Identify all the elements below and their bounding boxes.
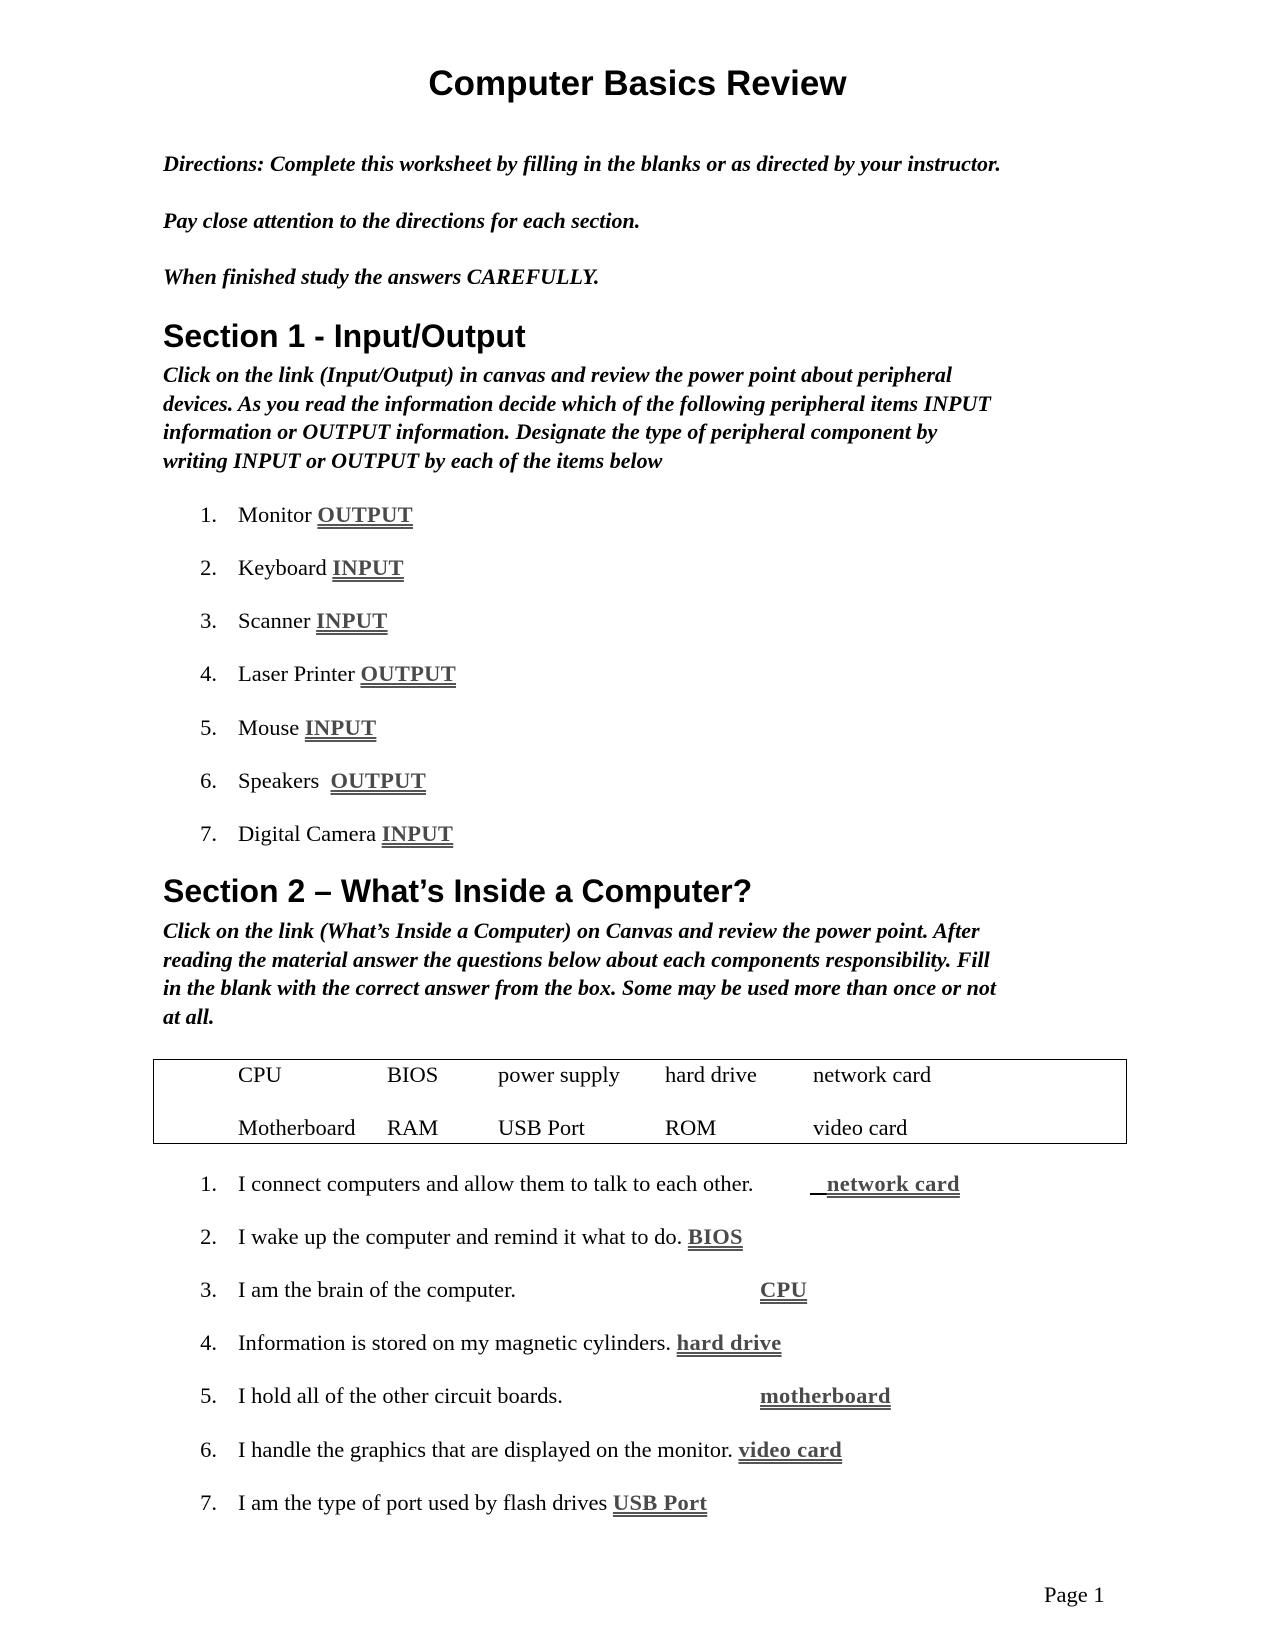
section1-heading: Section 1 - Input/Output	[163, 318, 526, 354]
question-number: 1.	[200, 1171, 217, 1196]
directions-line: Pay close attention to the directions fo…	[163, 208, 641, 233]
question-text: I handle the graphics that are displayed…	[238, 1437, 733, 1462]
instruction-line: reading the material answer the question…	[163, 946, 990, 972]
answer-blank[interactable]: INPUT	[305, 715, 377, 740]
question-text: Information is stored on my magnetic cyl…	[238, 1330, 672, 1355]
question-text: I hold all of the other circuit boards.	[238, 1383, 563, 1408]
answer-blank[interactable]: OUTPUT	[317, 502, 413, 527]
question-number: 7.	[200, 1490, 217, 1515]
answer-blank[interactable]: BIOS	[688, 1224, 743, 1249]
item-label: Speakers	[238, 768, 320, 793]
answer-blank[interactable]: INPUT	[316, 608, 388, 633]
section2-heading: Section 2 – What’s Inside a Computer?	[163, 873, 753, 909]
item-number: 6.	[200, 768, 217, 793]
item-number: 1.	[200, 502, 217, 527]
question-text: I connect computers and allow them to ta…	[238, 1171, 754, 1196]
item-label: Keyboard	[238, 555, 327, 580]
question-text: I am the type of port used by flash driv…	[238, 1490, 608, 1515]
answer-blank[interactable]: video card	[738, 1437, 842, 1462]
item-number: 4.	[200, 661, 217, 686]
item-number: 7.	[200, 821, 217, 846]
word-bank-term: RAM	[387, 1115, 439, 1140]
item-number: 5.	[200, 715, 217, 740]
question-number: 5.	[200, 1383, 217, 1408]
word-bank-term: video card	[813, 1115, 908, 1140]
word-bank-term: Motherboard	[238, 1115, 356, 1140]
page-number: Page 1	[1044, 1582, 1105, 1607]
item-label: Scanner	[238, 608, 311, 633]
answer-blank[interactable]: INPUT	[382, 821, 454, 846]
word-bank-term: network card	[813, 1062, 932, 1087]
word-bank-term: power supply	[498, 1062, 620, 1087]
instruction-line: at all.	[163, 1003, 215, 1029]
answer-blank[interactable]: network card	[827, 1171, 960, 1196]
answer-blank[interactable]: OUTPUT	[360, 661, 456, 686]
section2-instructions: Click on the link (What’s Inside a Compu…	[163, 917, 1123, 1031]
word-bank-term: USB Port	[498, 1115, 585, 1140]
question-text: I am the brain of the computer.	[238, 1277, 517, 1302]
question-number: 2.	[200, 1224, 217, 1249]
page-title: Computer Basics Review	[428, 64, 847, 103]
question-number: 3.	[200, 1277, 217, 1302]
instruction-line: Click on the link (What’s Inside a Compu…	[163, 918, 980, 943]
directions-line: Directions: Complete this worksheet by f…	[163, 151, 1001, 176]
word-bank-term: hard drive	[665, 1062, 757, 1087]
item-label: Laser Printer	[238, 661, 355, 686]
instruction-line: in the blank with the correct answer fro…	[163, 975, 997, 1001]
answer-blank[interactable]: USB Port	[613, 1490, 707, 1515]
answer-blank[interactable]: CPU	[760, 1277, 807, 1303]
instruction-line: Click on the link (Input/Output) in canv…	[163, 362, 953, 387]
directions-line: When finished study the answers CAREFULL…	[163, 264, 600, 289]
item-label: Monitor	[238, 502, 312, 527]
item-number: 2.	[200, 555, 217, 580]
word-bank-term: ROM	[665, 1115, 717, 1140]
instruction-line: devices. As you read the information dec…	[163, 390, 991, 416]
question-text: I wake up the computer and remind it wha…	[238, 1224, 683, 1249]
word-bank-term: CPU	[238, 1062, 282, 1087]
answer-blank[interactable]: hard drive	[677, 1330, 782, 1355]
item-number: 3.	[200, 608, 217, 633]
section1-instructions: Click on the link (Input/Output) in canv…	[163, 361, 1123, 475]
answer-blank[interactable]: INPUT	[332, 555, 404, 580]
item-label: Mouse	[238, 715, 300, 740]
question-number: 6.	[200, 1437, 217, 1462]
item-label: Digital Camera	[238, 821, 377, 846]
question-number: 4.	[200, 1330, 217, 1355]
answer-blank[interactable]: motherboard	[760, 1383, 891, 1409]
word-bank-term: BIOS	[387, 1062, 439, 1087]
instruction-line: information or OUTPUT information. Desig…	[163, 419, 938, 445]
answer-blank[interactable]: OUTPUT	[330, 768, 426, 793]
instruction-line: writing INPUT or OUTPUT by each of the i…	[163, 447, 663, 473]
